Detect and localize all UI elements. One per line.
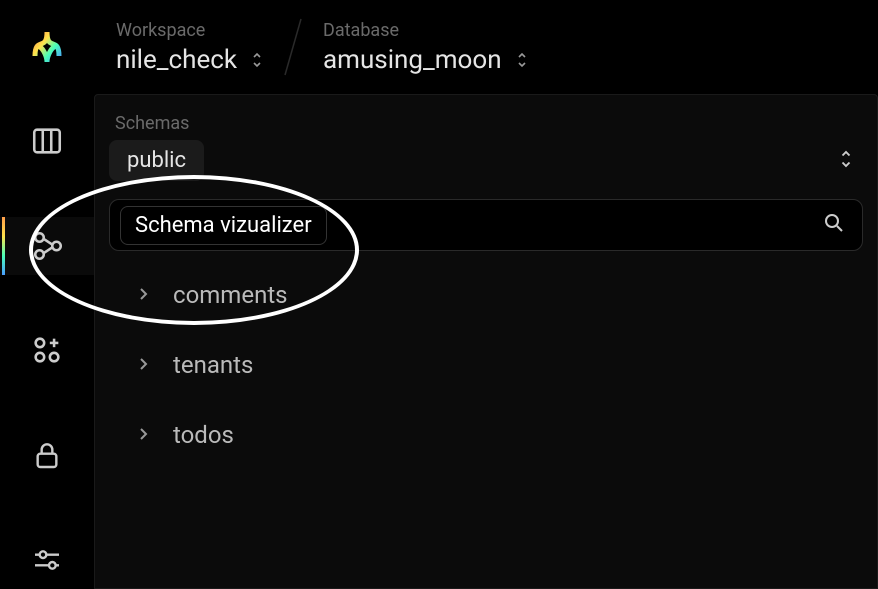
sliders-icon xyxy=(31,544,63,576)
workspace-value: nile_check xyxy=(116,45,237,75)
add-modules-icon xyxy=(30,333,64,367)
search-icon xyxy=(822,211,846,239)
table-row[interactable]: todos xyxy=(137,421,863,449)
table-name: tenants xyxy=(173,351,253,379)
schema-chip[interactable]: public xyxy=(109,140,204,181)
tooltip: Schema vizualizer xyxy=(120,206,327,245)
schema-visualizer-icon xyxy=(31,229,65,263)
chevron-up-down-icon xyxy=(251,51,263,69)
breadcrumb-divider xyxy=(263,17,323,77)
chevron-up-down-icon xyxy=(516,51,528,69)
search-input[interactable]: Schema vizualizer xyxy=(109,199,863,251)
nav-settings[interactable] xyxy=(0,530,94,589)
nav-add-modules[interactable] xyxy=(0,321,94,380)
schemas-label: Schemas xyxy=(115,113,863,134)
table-row[interactable]: comments xyxy=(137,281,863,309)
columns-icon xyxy=(30,124,64,158)
table-name: todos xyxy=(173,421,234,449)
chevron-right-icon xyxy=(137,355,149,376)
chevron-right-icon xyxy=(137,425,149,446)
workspace-selector[interactable]: Workspace nile_check xyxy=(116,20,263,75)
database-selector[interactable]: Database amusing_moon xyxy=(323,20,528,75)
nav-rail xyxy=(0,0,94,589)
tooltip-text: Schema vizualizer xyxy=(135,213,312,238)
table-name: comments xyxy=(173,281,288,309)
schema-chip-label: public xyxy=(127,148,186,173)
nav-columns[interactable] xyxy=(0,112,94,171)
nav-schema-visualizer[interactable] xyxy=(0,217,94,276)
lock-icon xyxy=(31,439,63,471)
schema-panel: Schemas public Schema vizualizer xyxy=(94,94,878,589)
breadcrumb-bar: Workspace nile_check Database amusing_mo… xyxy=(94,0,878,94)
main-area: Workspace nile_check Database amusing_mo… xyxy=(94,0,878,589)
nav-security[interactable] xyxy=(0,426,94,485)
database-label: Database xyxy=(323,20,528,41)
table-tree: comments tenants todos xyxy=(109,281,863,449)
database-value: amusing_moon xyxy=(323,45,502,75)
table-row[interactable]: tenants xyxy=(137,351,863,379)
app-logo[interactable] xyxy=(25,22,69,66)
chevron-up-down-icon[interactable] xyxy=(839,148,863,174)
chevron-right-icon xyxy=(137,285,149,306)
workspace-label: Workspace xyxy=(116,20,263,41)
